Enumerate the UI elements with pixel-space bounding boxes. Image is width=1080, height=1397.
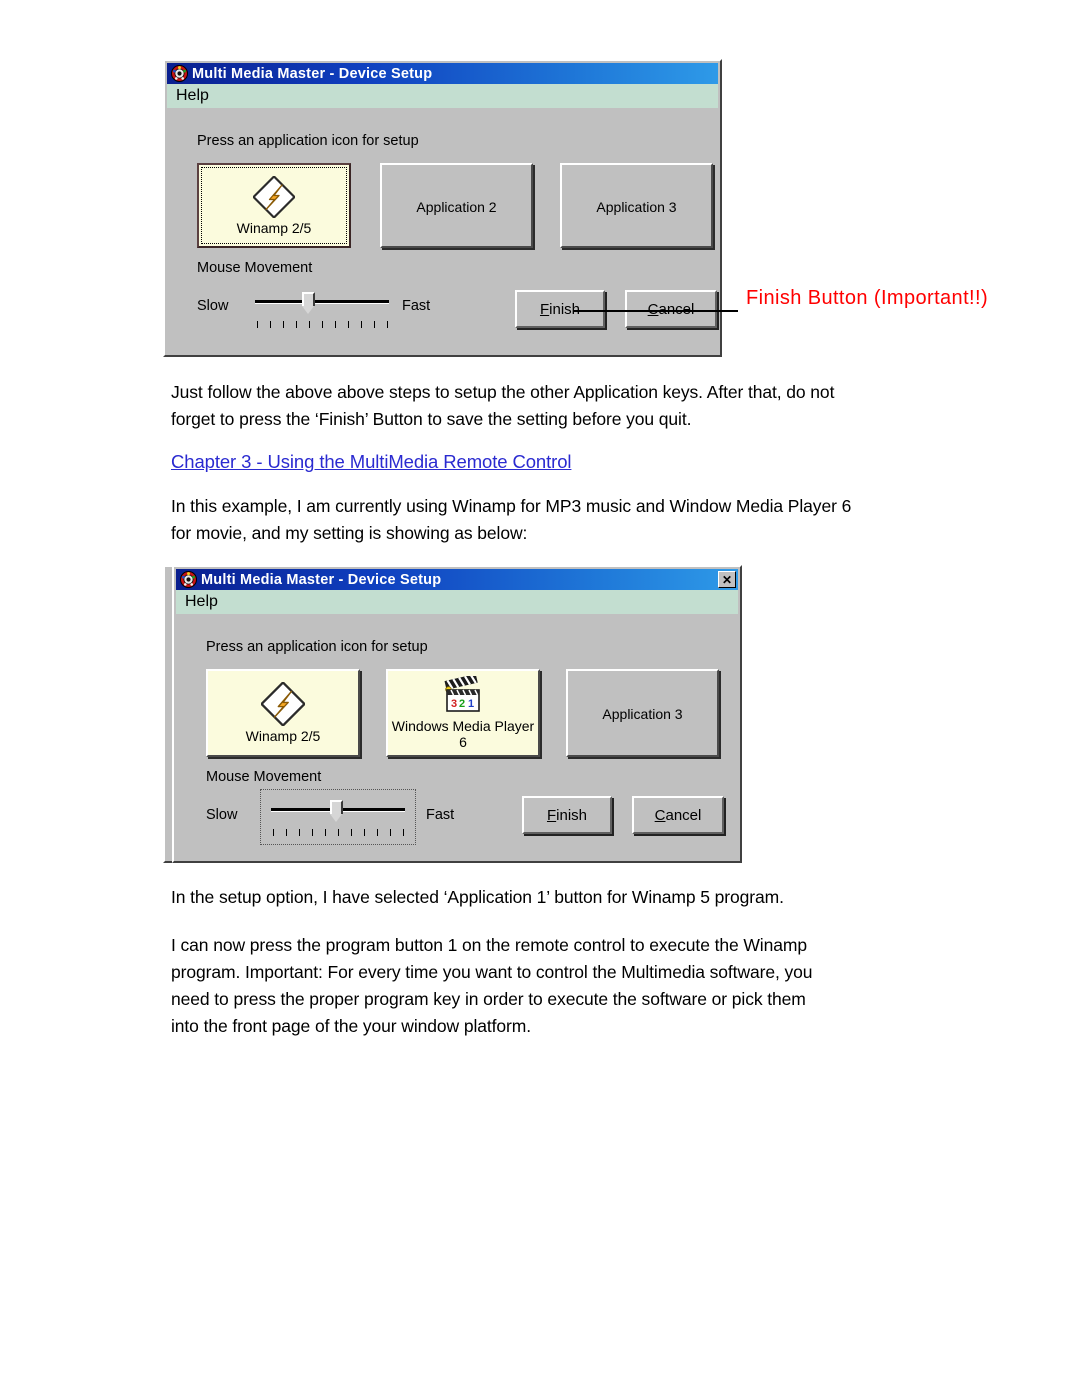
- paragraph-3: In the setup option, I have selected ‘Ap…: [171, 884, 1001, 911]
- app-button-1-label: Winamp 2/5: [245, 728, 321, 744]
- finish-button-2[interactable]: Finish: [522, 796, 612, 834]
- menu-item-help[interactable]: Help: [176, 593, 227, 611]
- app-button-2-label: Windows Media Player 6: [391, 718, 535, 750]
- svg-text:2: 2: [459, 698, 465, 710]
- paragraph-4-line-3: need to press the proper program key in …: [171, 989, 806, 1009]
- app-button-1-winamp[interactable]: Winamp 2/5: [197, 163, 351, 248]
- mouse-speed-slider-1[interactable]: [252, 288, 392, 332]
- remote-control-icon: [180, 571, 197, 588]
- dialog-1-menubar[interactable]: Help: [167, 84, 718, 108]
- finish-button-annotation: Finish Button (Important!!): [746, 287, 989, 309]
- paragraph-2-line-2: for movie, and my setting is showing as …: [171, 523, 528, 543]
- accel-c: C: [654, 806, 666, 824]
- app-button-2-label: Application 2: [416, 198, 497, 215]
- remote-control-icon: [171, 65, 188, 82]
- device-setup-dialog-1[interactable]: Multi Media Master - Device Setup Help P…: [163, 59, 722, 357]
- app-button-3[interactable]: Application 3: [560, 163, 713, 248]
- dialog-2-hint: Press an application icon for setup: [206, 639, 428, 655]
- paragraph-4: I can now press the program button 1 on …: [171, 932, 1011, 1040]
- paragraph-4-line-2: program. Important: For every time you w…: [171, 962, 813, 982]
- app-button-1-label: Winamp 2/5: [236, 219, 312, 236]
- app-button-2[interactable]: Application 2: [380, 163, 533, 248]
- cancel-button-2[interactable]: Cancel: [632, 796, 724, 834]
- dialog-1-titlebar[interactable]: Multi Media Master - Device Setup: [167, 63, 718, 84]
- mouse-speed-slider-2[interactable]: [260, 789, 416, 845]
- slider-track: [255, 300, 389, 303]
- dialog-2-body: Press an application icon for setup Wina…: [176, 614, 738, 859]
- paragraph-1-line-2: forget to press the ‘Finish’ Button to s…: [171, 409, 692, 429]
- paragraph-2: In this example, I am currently using Wi…: [171, 493, 1001, 547]
- finish-button-2-label: Finish: [546, 806, 588, 824]
- dialog-1-body: Press an application icon for setup Wina…: [167, 108, 718, 353]
- paragraph-4-line-1: I can now press the program button 1 on …: [171, 935, 807, 955]
- winamp-lightning-icon: [261, 682, 305, 726]
- cancel-button-1[interactable]: Cancel: [625, 290, 717, 328]
- cancel-button-2-label: Cancel: [654, 806, 702, 824]
- slider-thumb[interactable]: [330, 800, 343, 823]
- app-button-3-label: Application 3: [596, 198, 677, 215]
- menu-item-help[interactable]: Help: [167, 87, 218, 105]
- svg-text:3: 3: [451, 698, 457, 710]
- winamp-lightning-icon: [253, 175, 295, 218]
- device-setup-dialog-2[interactable]: Multi Media Master - Device Setup ✕ Help…: [172, 565, 742, 863]
- close-icon[interactable]: ✕: [718, 571, 736, 588]
- slider-slow-label: Slow: [197, 298, 229, 314]
- finish-button-1-label: Finish: [539, 300, 581, 318]
- clapperboard-321-icon: 3 2 1: [442, 676, 484, 716]
- slider-thumb[interactable]: [302, 292, 315, 315]
- app-button-3-label: Application 3: [602, 706, 683, 722]
- slider-fast-label: Fast: [402, 298, 431, 314]
- paragraph-2-line-1: In this example, I am currently using Wi…: [171, 496, 852, 516]
- dialog-1-hint: Press an application icon for setup: [197, 133, 419, 149]
- annotation-leader-line: [573, 310, 738, 312]
- dialog-1-title: Multi Media Master - Device Setup: [192, 65, 433, 82]
- paragraph-3-line-1: In the setup option, I have selected ‘Ap…: [171, 887, 784, 907]
- dialog-2-title: Multi Media Master - Device Setup: [201, 571, 442, 588]
- mouse-movement-label: Mouse Movement: [206, 769, 322, 785]
- svg-text:1: 1: [468, 698, 474, 710]
- app-button-3[interactable]: Application 3: [566, 669, 719, 757]
- slider-fast-label: Fast: [426, 807, 455, 823]
- accel-f: F: [539, 300, 550, 318]
- app-button-1-winamp[interactable]: Winamp 2/5: [206, 669, 360, 757]
- dialog-2-titlebar[interactable]: Multi Media Master - Device Setup ✕: [176, 569, 738, 590]
- accel-c: C: [647, 300, 659, 318]
- paragraph-1-line-1: Just follow the above above steps to set…: [171, 382, 835, 402]
- finish-button-1[interactable]: Finish: [515, 290, 605, 328]
- slider-slow-label: Slow: [206, 807, 238, 823]
- app-button-2-windows-media-player[interactable]: 3 2 1 Windows Media Player 6: [386, 669, 540, 757]
- chapter-3-heading-link[interactable]: Chapter 3 - Using the MultiMedia Remote …: [171, 449, 572, 475]
- accel-f: F: [546, 806, 557, 824]
- paragraph-4-line-4: into the front page of the your window p…: [171, 1016, 531, 1036]
- dialog-2-menubar[interactable]: Help: [176, 590, 738, 614]
- paragraph-1: Just follow the above above steps to set…: [171, 379, 961, 433]
- mouse-movement-label: Mouse Movement: [197, 260, 313, 276]
- cancel-button-1-label: Cancel: [647, 300, 695, 318]
